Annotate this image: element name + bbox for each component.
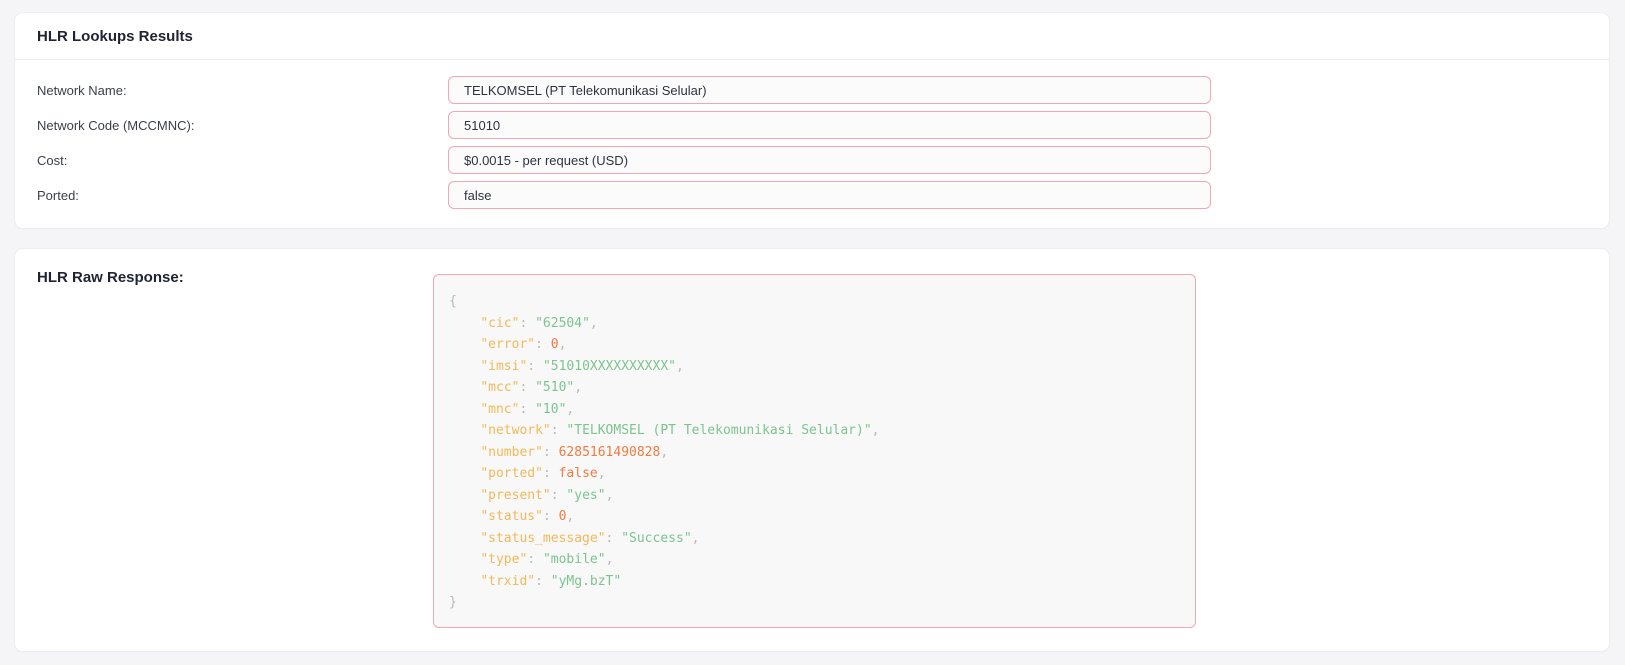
json-key: "ported"	[480, 466, 543, 481]
card-title: HLR Lookups Results	[37, 27, 193, 45]
json-line: "error": 0,	[449, 334, 1195, 356]
json-lines: "cic": "62504", "error": 0, "imsi": "510…	[449, 313, 1195, 593]
json-line: "mcc": "510",	[449, 377, 1195, 399]
json-value: "10"	[535, 401, 567, 417]
raw-response-title: HLR Raw Response:	[37, 269, 184, 286]
cost-field[interactable]: $0.0015 - per request (USD)	[448, 146, 1211, 174]
json-line: "ported": false,	[449, 463, 1195, 485]
json-value: false	[558, 466, 598, 481]
json-line: "status_message": "Success",	[449, 528, 1195, 550]
json-comma: ,	[605, 487, 614, 503]
row-label: Cost:	[37, 152, 68, 168]
json-line: "type": "mobile",	[449, 549, 1195, 571]
json-value: "Success"	[621, 530, 692, 546]
json-comma: ,	[676, 358, 684, 374]
row-label: Ported:	[37, 187, 79, 203]
network-code-field[interactable]: 51010	[448, 111, 1211, 139]
json-comma: ,	[605, 552, 614, 567]
json-line: "trxid": "yMg.bzT"	[449, 571, 1195, 593]
json-colon: :	[542, 509, 559, 524]
json-colon: :	[550, 487, 567, 503]
json-key: "status"	[480, 509, 543, 524]
json-close-brace: }	[449, 595, 457, 610]
hlr-raw-response-card: HLR Raw Response: { "cic": "62504", "err…	[15, 249, 1609, 651]
json-colon: :	[535, 573, 551, 589]
json-value: 6285161490828	[558, 444, 661, 460]
json-value: "mobile"	[542, 552, 606, 567]
json-key: "present"	[480, 487, 551, 503]
result-row-ported: Ported: false	[37, 181, 1609, 209]
json-key: "type"	[480, 552, 528, 567]
result-row-network-name: Network Name: TELKOMSEL (PT Telekomunika…	[37, 76, 1609, 104]
json-value: "62504"	[535, 315, 590, 331]
json-comma: ,	[660, 444, 669, 460]
json-comma: ,	[566, 401, 575, 417]
json-key: "number"	[480, 444, 543, 460]
ported-field[interactable]: false	[448, 181, 1211, 209]
json-comma: ,	[589, 315, 598, 331]
json-colon: :	[542, 444, 559, 460]
json-colon: :	[605, 530, 622, 546]
json-comma: ,	[558, 337, 567, 352]
network-name-field[interactable]: TELKOMSEL (PT Telekomunikasi Selular)	[448, 76, 1211, 104]
json-key: "mcc"	[480, 380, 520, 395]
json-colon: :	[519, 315, 536, 331]
json-colon: :	[535, 337, 551, 352]
json-comma: ,	[574, 380, 583, 395]
json-key: "trxid"	[480, 573, 536, 589]
json-line: "mnc": "10",	[449, 399, 1195, 421]
json-value: "51010XXXXXXXXXX"	[542, 358, 676, 374]
json-colon: :	[542, 466, 559, 481]
raw-response-code-block[interactable]: { "cic": "62504", "error": 0, "imsi": "5…	[433, 274, 1196, 628]
json-comma: ,	[691, 530, 700, 546]
row-label: Network Name:	[37, 82, 127, 98]
result-row-cost: Cost: $0.0015 - per request (USD)	[37, 146, 1609, 174]
json-key: "cic"	[480, 315, 520, 331]
json-value: 0	[550, 337, 559, 352]
json-comma: ,	[871, 423, 880, 438]
json-line: "network": "TELKOMSEL (PT Telekomunikasi…	[449, 420, 1195, 442]
row-label: Network Code (MCCMNC):	[37, 117, 195, 133]
json-colon: :	[527, 358, 543, 374]
json-colon: :	[550, 423, 567, 438]
json-colon: :	[519, 401, 536, 417]
json-key: "network"	[480, 423, 551, 438]
result-row-network-code: Network Code (MCCMNC): 51010	[37, 111, 1609, 139]
json-line: "imsi": "51010XXXXXXXXXX",	[449, 356, 1195, 378]
json-colon: :	[527, 552, 543, 567]
json-value: "TELKOMSEL (PT Telekomunikasi Selular)"	[566, 423, 872, 438]
json-comma: ,	[597, 466, 606, 481]
json-line: "cic": "62504",	[449, 313, 1195, 335]
json-colon: :	[519, 380, 536, 395]
json-line: "status": 0,	[449, 506, 1195, 528]
json-value: "510"	[535, 380, 575, 395]
json-key: "status_message"	[480, 530, 606, 546]
json-comma: ,	[566, 509, 575, 524]
json-key: "mnc"	[480, 401, 520, 417]
json-key: "imsi"	[480, 358, 528, 374]
json-key: "error"	[480, 337, 536, 352]
hlr-results-card: HLR Lookups Results Network Name: TELKOM…	[15, 13, 1609, 228]
json-line: "number": 6285161490828,	[449, 442, 1195, 464]
json-value: "yMg.bzT"	[550, 573, 622, 589]
json-open-brace: {	[449, 294, 457, 309]
card-header: HLR Lookups Results	[15, 13, 1609, 60]
json-line: "present": "yes",	[449, 485, 1195, 507]
json-value: "yes"	[566, 487, 606, 503]
